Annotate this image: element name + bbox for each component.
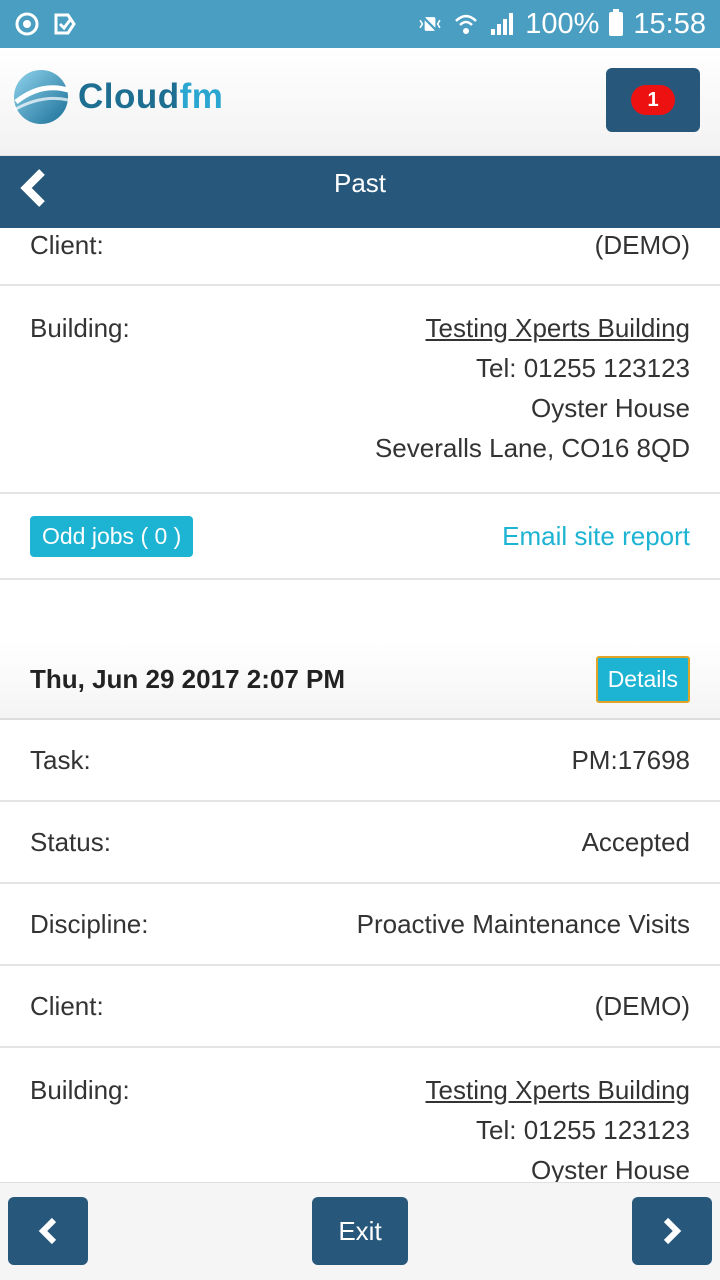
client-row: Client: (DEMO) xyxy=(0,228,720,286)
cloudfm-logo-icon xyxy=(13,70,69,124)
building-address-line1: Oyster House xyxy=(531,393,690,423)
building-address-line1: Oyster House xyxy=(531,1155,690,1182)
job-separator xyxy=(0,580,720,640)
signal-icon xyxy=(489,11,515,37)
email-site-report-link[interactable]: Email site report xyxy=(502,521,690,552)
client-value: (DEMO) xyxy=(594,230,690,260)
next-button[interactable] xyxy=(632,1197,712,1265)
building-row: Building: Testing Xperts Building Tel: 0… xyxy=(0,286,720,494)
task-row: Task: PM:17698 xyxy=(0,720,720,802)
notifications-button[interactable]: 1 xyxy=(606,68,700,132)
odd-jobs-button[interactable]: Odd jobs ( 0 ) xyxy=(30,515,194,557)
wifi-icon xyxy=(453,11,479,37)
job-date: Thu, Jun 29 2017 2:07 PM xyxy=(30,663,346,694)
building-tel: Tel: 01255 123123 xyxy=(476,353,690,383)
status-row: Status: Accepted xyxy=(0,802,720,884)
building-row: Building: Testing Xperts Building Tel: 0… xyxy=(0,1048,720,1182)
clock: 15:58 xyxy=(633,7,706,40)
status-label: Status: xyxy=(30,826,111,857)
exit-button[interactable]: Exit xyxy=(312,1197,408,1265)
building-tel: Tel: 01255 123123 xyxy=(476,1115,690,1145)
vibrate-mute-icon xyxy=(417,11,443,37)
building-label: Building: xyxy=(30,313,130,343)
client-label: Client: xyxy=(30,990,104,1021)
building-link[interactable]: Testing Xperts Building xyxy=(426,313,690,343)
discipline-label: Discipline: xyxy=(30,908,149,939)
back-button[interactable] xyxy=(14,164,54,212)
logo: Cloudfm xyxy=(12,68,223,126)
footer-nav: Exit xyxy=(0,1182,720,1280)
discipline-value: Proactive Maintenance Visits xyxy=(356,908,690,939)
chevron-left-icon xyxy=(20,169,45,207)
task-value: PM:17698 xyxy=(571,744,690,775)
page-title: Past xyxy=(333,167,387,198)
title-bar: Past xyxy=(0,156,720,228)
status-value: Accepted xyxy=(581,826,690,857)
app-header: Cloudfm 1 xyxy=(0,48,720,156)
building-label: Building: xyxy=(30,1075,130,1105)
client-value: (DEMO) xyxy=(594,990,690,1021)
building-link[interactable]: Testing Xperts Building xyxy=(426,1075,690,1105)
chevron-right-icon xyxy=(663,1217,682,1245)
logo-text: Cloudfm xyxy=(78,77,224,116)
task-check-icon xyxy=(52,11,78,37)
sync-icon xyxy=(14,11,40,37)
building-details: Testing Xperts Building Tel: 01255 12312… xyxy=(426,1070,690,1182)
discipline-row: Discipline: Proactive Maintenance Visits xyxy=(0,884,720,966)
status-bar: 100% 15:58 xyxy=(0,0,720,48)
previous-button[interactable] xyxy=(8,1197,88,1265)
task-label: Task: xyxy=(30,744,91,775)
job-header: Thu, Jun 29 2017 2:07 PM Details xyxy=(0,640,720,720)
job-actions: Odd jobs ( 0 ) Email site report xyxy=(0,494,720,580)
chevron-left-icon xyxy=(38,1217,57,1245)
notification-badge: 1 xyxy=(631,85,675,115)
client-label: Client: xyxy=(30,230,104,260)
job-list[interactable]: Client: (DEMO) Building: Testing Xperts … xyxy=(0,228,720,1182)
building-details: Testing Xperts Building Tel: 01255 12312… xyxy=(375,308,690,468)
battery-percent: 100% xyxy=(525,7,600,40)
building-address-line2: Severalls Lane, CO16 8QD xyxy=(374,433,690,463)
details-button[interactable]: Details xyxy=(595,655,690,703)
client-row: Client: (DEMO) xyxy=(0,966,720,1048)
battery-icon xyxy=(609,9,624,36)
